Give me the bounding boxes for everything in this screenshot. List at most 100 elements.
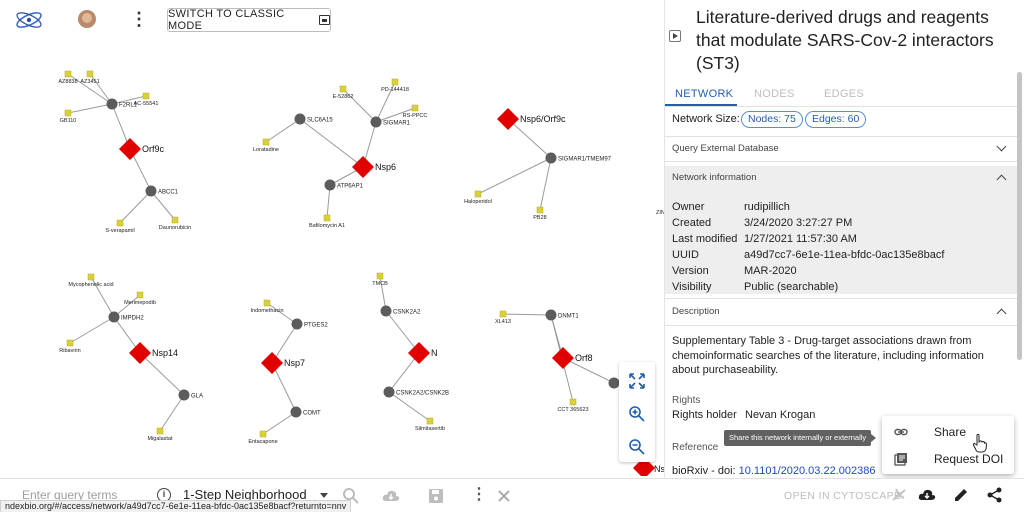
link-icon bbox=[894, 428, 908, 436]
drug-node[interactable] bbox=[87, 273, 95, 281]
drug-node[interactable] bbox=[411, 104, 419, 112]
viral-protein-node[interactable] bbox=[119, 138, 141, 160]
edge[interactable] bbox=[539, 157, 552, 211]
drug-node[interactable] bbox=[263, 299, 271, 307]
drug-node[interactable] bbox=[156, 427, 164, 435]
gene-node[interactable] bbox=[380, 305, 392, 317]
user-avatar[interactable] bbox=[78, 10, 96, 28]
drug-node[interactable] bbox=[376, 272, 384, 280]
chevron-up-icon bbox=[996, 308, 1007, 319]
edge[interactable] bbox=[299, 118, 364, 168]
tab-edges[interactable]: EDGES bbox=[824, 88, 864, 100]
drug-node[interactable] bbox=[64, 70, 72, 78]
node-label: GLA bbox=[191, 394, 203, 400]
close-icon[interactable] bbox=[495, 487, 513, 505]
drug-node[interactable] bbox=[536, 206, 544, 214]
reference-doi-link[interactable]: 10.1101/2020.03.22.002386 bbox=[739, 465, 876, 477]
gene-node[interactable] bbox=[545, 309, 557, 321]
node-label: IMPDH2 bbox=[121, 316, 144, 322]
gene-node[interactable] bbox=[178, 389, 190, 401]
drug-node[interactable] bbox=[116, 219, 124, 227]
viral-protein-node[interactable] bbox=[497, 108, 519, 130]
panel-scrollbar[interactable] bbox=[1017, 72, 1022, 360]
ndex-logo-icon[interactable] bbox=[14, 8, 44, 32]
drug-node[interactable] bbox=[426, 417, 434, 425]
zoom-out-icon[interactable] bbox=[628, 438, 646, 456]
drug-node[interactable] bbox=[259, 430, 267, 438]
node-label: Nsp7 bbox=[284, 358, 305, 368]
drug-node[interactable] bbox=[474, 190, 482, 198]
drug-node[interactable] bbox=[171, 216, 179, 224]
info-key-created: Created bbox=[672, 217, 712, 229]
edge[interactable] bbox=[139, 352, 185, 396]
more-vert-icon[interactable]: ⋮ bbox=[471, 484, 487, 504]
info-key-uuid: UUID bbox=[672, 249, 699, 261]
share-icon[interactable] bbox=[986, 486, 1004, 504]
switch-classic-mode-button[interactable]: SWITCH TO CLASSIC MODE bbox=[167, 8, 331, 32]
edge[interactable] bbox=[385, 310, 420, 354]
drug-node[interactable] bbox=[142, 92, 150, 100]
gene-node[interactable] bbox=[545, 152, 557, 164]
zoom-in-icon[interactable] bbox=[628, 405, 646, 423]
network-canvas[interactable]: AZ3451 AZ8838 AC-55541 GB110 S-verapamil Daun… bbox=[0, 36, 664, 476]
edge[interactable] bbox=[477, 157, 552, 195]
viral-protein-node[interactable] bbox=[352, 156, 374, 178]
drug-node[interactable] bbox=[339, 85, 347, 93]
cytoscape-icon[interactable] bbox=[890, 486, 908, 504]
gene-node[interactable] bbox=[145, 185, 157, 197]
gene-node[interactable] bbox=[106, 98, 118, 110]
description-header[interactable]: Description bbox=[665, 300, 1019, 324]
drug-node[interactable] bbox=[86, 70, 94, 78]
edge[interactable] bbox=[69, 316, 115, 344]
drug-node[interactable] bbox=[262, 138, 270, 146]
nodes-count-badge[interactable]: Nodes: 75 bbox=[741, 111, 803, 128]
node-label: N bbox=[431, 348, 438, 358]
edge[interactable] bbox=[159, 394, 185, 432]
viral-protein-node[interactable] bbox=[261, 352, 283, 374]
edge[interactable] bbox=[507, 118, 552, 159]
gene-node[interactable] bbox=[324, 179, 336, 191]
edit-icon[interactable] bbox=[952, 486, 970, 504]
query-external-database-header[interactable]: Query External Database bbox=[665, 137, 1019, 161]
share-menu: Share Request DOI bbox=[882, 416, 1014, 474]
cloud-download-icon[interactable] bbox=[918, 486, 936, 504]
gene-node[interactable] bbox=[608, 377, 620, 389]
chevron-down-icon[interactable] bbox=[320, 493, 328, 498]
gene-node[interactable] bbox=[370, 116, 382, 128]
menu-item-request-doi[interactable]: Request DOI bbox=[882, 446, 1014, 472]
cloud-download-icon[interactable] bbox=[382, 487, 400, 505]
drug-node[interactable] bbox=[391, 78, 399, 86]
status-url: ndexbio.org/#/access/network/a49d7cc7-6e… bbox=[0, 500, 352, 512]
gene-node[interactable] bbox=[290, 406, 302, 418]
gene-node[interactable] bbox=[291, 318, 303, 330]
more-vert-icon[interactable]: ⋮ bbox=[130, 8, 148, 30]
edge[interactable] bbox=[502, 313, 552, 316]
gene-node[interactable] bbox=[108, 311, 120, 323]
open-in-cytoscape-button[interactable]: OPEN IN CYTOSCAPE bbox=[784, 490, 901, 502]
edge[interactable] bbox=[119, 190, 152, 224]
drug-node[interactable] bbox=[323, 214, 331, 222]
drug-node[interactable] bbox=[569, 398, 577, 406]
drug-node[interactable] bbox=[66, 339, 74, 347]
tab-nodes[interactable]: NODES bbox=[754, 88, 795, 100]
drug-node[interactable] bbox=[136, 291, 144, 299]
viral-protein-node[interactable] bbox=[552, 347, 574, 369]
viral-protein-node[interactable] bbox=[408, 342, 430, 364]
fit-screen-icon[interactable] bbox=[628, 372, 646, 390]
node-label: CSNK2A2 bbox=[393, 310, 421, 316]
edges-count-badge[interactable]: Edges: 60 bbox=[805, 111, 867, 128]
edge[interactable] bbox=[67, 103, 113, 114]
network-information-header[interactable]: Network information bbox=[665, 166, 1019, 190]
gene-node[interactable] bbox=[294, 113, 306, 125]
collapse-panel-button[interactable] bbox=[669, 30, 681, 42]
menu-item-share[interactable]: Share bbox=[882, 419, 1014, 453]
gene-node[interactable] bbox=[383, 386, 395, 398]
tab-network[interactable]: NETWORK bbox=[675, 88, 733, 100]
node-label: PD-144418 bbox=[381, 87, 409, 93]
save-icon[interactable] bbox=[427, 487, 445, 505]
drug-node[interactable] bbox=[64, 109, 72, 117]
library-books-icon bbox=[894, 453, 907, 466]
edge[interactable] bbox=[265, 118, 301, 143]
drug-node[interactable] bbox=[499, 310, 507, 318]
edge[interactable] bbox=[262, 411, 297, 435]
